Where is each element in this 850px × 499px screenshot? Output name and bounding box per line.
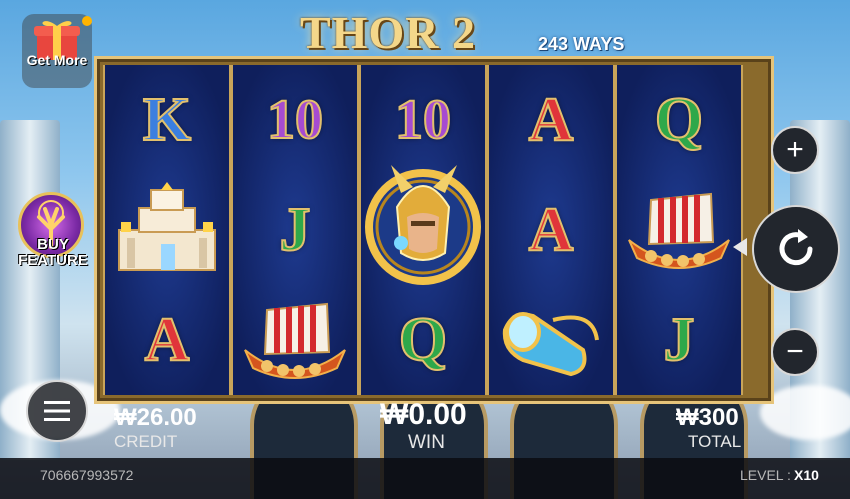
credit-value: ₩26.00 xyxy=(114,404,197,431)
feature-label: FEATURE xyxy=(18,252,88,269)
symbol-cell: K xyxy=(105,65,229,175)
symbol-cell: A xyxy=(489,65,613,175)
symbol-k: K xyxy=(142,86,192,154)
menu-button[interactable] xyxy=(26,380,88,442)
increase-bet-button[interactable]: + xyxy=(771,126,819,174)
reel-5: Q J xyxy=(615,65,743,395)
symbol-cell: 10 xyxy=(233,65,357,175)
get-more-button[interactable]: Get More xyxy=(22,14,92,88)
buy-label: BUY xyxy=(37,236,69,253)
decrease-bet-button[interactable]: − xyxy=(771,328,819,376)
symbol-cell xyxy=(105,175,229,285)
total-bet-value: ₩300 xyxy=(676,404,739,431)
credit-label: CREDIT xyxy=(114,432,178,451)
plus-icon: + xyxy=(786,133,804,166)
reel-4: A A xyxy=(487,65,615,395)
viking-ship-icon xyxy=(244,302,346,379)
symbol-10: 10 xyxy=(266,89,324,151)
symbol-cell: Q xyxy=(617,65,741,175)
level-value: X10 xyxy=(794,467,819,483)
ways-badge: 243 WAYS xyxy=(538,34,625,54)
level-label: LEVEL : xyxy=(740,467,791,483)
symbol-10: 10 xyxy=(394,89,452,151)
symbol-q: Q xyxy=(398,306,448,374)
palace-icon xyxy=(118,182,216,271)
symbol-cell: A xyxy=(105,285,229,395)
symbol-a: A xyxy=(528,86,575,154)
symbol-cell: A xyxy=(489,175,613,285)
notification-dot xyxy=(82,16,92,26)
reel-frame: K A 10 J 10 Q A A Q J xyxy=(94,56,774,404)
drinking-horn-icon xyxy=(502,312,599,377)
symbol-a: A xyxy=(144,306,191,374)
symbol-j: J xyxy=(663,306,696,374)
thor-wild-icon xyxy=(365,165,481,285)
symbol-cell xyxy=(617,175,741,285)
symbol-cell: J xyxy=(617,285,741,395)
status-bar: 706667993572 LEVEL : X10 xyxy=(0,458,850,499)
player-id: 706667993572 xyxy=(40,467,134,483)
symbol-q: Q xyxy=(654,86,704,154)
refresh-icon xyxy=(779,229,813,266)
reel-3: 10 Q xyxy=(359,65,487,395)
symbol-cell xyxy=(489,285,613,395)
win-value: ₩0.00 xyxy=(380,398,467,431)
symbol-cell: Q xyxy=(361,285,485,395)
game-title: THOR 2 xyxy=(300,7,476,58)
reel-1: K A xyxy=(103,65,231,395)
win-label: WIN xyxy=(408,432,445,453)
hamburger-menu-icon xyxy=(44,401,70,421)
symbol-j: J xyxy=(279,196,312,264)
symbol-cell xyxy=(361,165,485,285)
spin-button[interactable] xyxy=(752,205,840,293)
symbol-a: A xyxy=(528,196,575,264)
viking-ship-icon xyxy=(628,192,730,269)
total-label: TOTAL xyxy=(688,432,742,451)
symbol-cell: J xyxy=(233,175,357,285)
reel-2: 10 J xyxy=(231,65,359,395)
get-more-label: Get More xyxy=(26,52,88,68)
buy-feature-button[interactable]: BUY FEATURE xyxy=(14,192,92,272)
chevron-left-icon xyxy=(733,238,747,256)
minus-icon: − xyxy=(786,335,804,368)
symbol-cell xyxy=(233,285,357,395)
game-logo: THOR 2 243 WAYS xyxy=(300,6,624,58)
